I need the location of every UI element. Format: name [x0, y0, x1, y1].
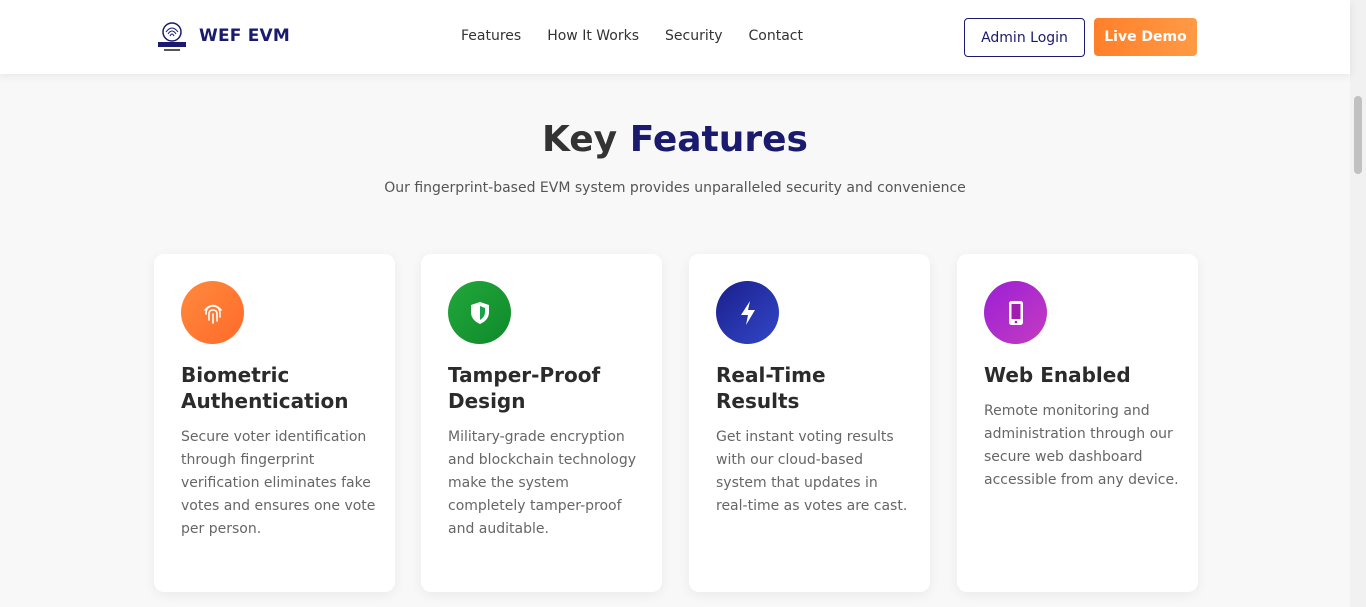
card-text: Remote monitoring and administration thr… [984, 403, 1179, 488]
main-nav: Features How It Works Security Contact [461, 28, 829, 44]
feature-card-web-enabled: Web Enabled Remote monitoring and admini… [957, 254, 1198, 592]
shield-icon [448, 281, 511, 344]
card-text: Military-grade encryption and blockchain… [448, 429, 637, 537]
card-title: Biometric Authentication [181, 363, 349, 413]
nav-link-contact[interactable]: Contact [749, 28, 803, 44]
navbar: WEF EVM Features How It Works Security C… [0, 0, 1350, 74]
bolt-icon [716, 281, 779, 344]
card-title: Web Enabled [984, 363, 1131, 387]
live-demo-button[interactable]: Live Demo [1094, 18, 1197, 56]
admin-login-button[interactable]: Admin Login [964, 18, 1085, 57]
title-prefix: Key [542, 119, 618, 160]
section-subtitle: Our fingerprint-based EVM system provide… [384, 180, 966, 196]
card-title: Tamper-Proof Design [448, 363, 601, 413]
feature-card-real-time: Real-Time Results Get instant voting res… [689, 254, 930, 592]
brand-name[interactable]: WEF EVM [199, 26, 290, 46]
logo-icon[interactable] [156, 20, 188, 54]
title-accent: Features [629, 119, 808, 160]
card-text: Get instant voting results with our clou… [716, 429, 908, 514]
feature-card-tamper-proof: Tamper-Proof Design Military-grade encry… [421, 254, 662, 592]
page-scrollbar[interactable] [1350, 0, 1366, 607]
fingerprint-icon [181, 281, 244, 344]
mobile-icon [984, 281, 1047, 344]
feature-card-biometric: Biometric Authentication Secure voter id… [154, 254, 395, 592]
nav-link-how-it-works[interactable]: How It Works [547, 28, 639, 44]
section-title: Key Features [0, 119, 1350, 160]
card-text: Secure voter identification through fing… [181, 429, 376, 537]
card-title: Real-Time Results [716, 363, 826, 413]
scrollbar-thumb[interactable] [1354, 96, 1362, 174]
nav-link-security[interactable]: Security [665, 28, 723, 44]
nav-link-features[interactable]: Features [461, 28, 521, 44]
